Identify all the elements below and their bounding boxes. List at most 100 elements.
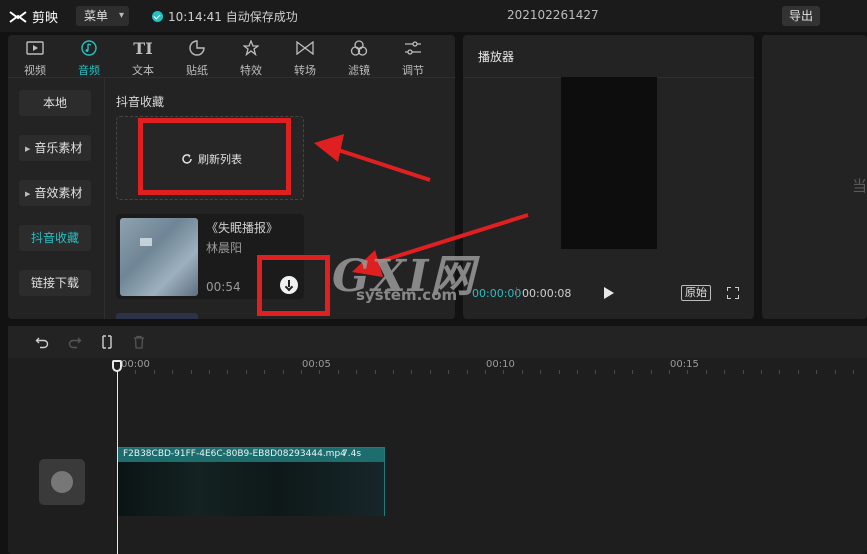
ruler-tick [669,370,670,374]
tab-label: 滤镜 [348,64,370,77]
current-time: 00:00:00 [472,287,522,300]
timeline-panel: 00:00 00:05 00:10 00:15 F2B38CBD-91FF-4E… [8,326,867,554]
music-duration: 00:54 [206,280,241,294]
audio-sidebar: 本地 ▶ 音乐素材 ▶ 音效素材 抖音收藏 链接下载 [8,78,104,319]
sticker-icon [187,39,207,57]
audio-icon [79,39,99,57]
fullscreen-icon[interactable] [727,287,739,299]
playhead-line[interactable] [117,362,118,554]
ruler-tick [172,370,173,374]
sidebar-item-local[interactable]: 本地 [19,90,91,116]
ruler-tick [687,370,688,374]
ruler-tick [283,370,284,374]
ruler-tick [540,370,541,374]
play-icon[interactable] [604,287,614,299]
tab-sticker[interactable]: 贴纸 [170,35,224,77]
export-button[interactable]: 导出 [782,6,820,26]
autosave-text: 10:14:41 自动保存成功 [168,10,298,24]
timeline-toolbar [8,326,867,358]
ruler-tick [246,370,247,374]
chevron-down-icon: ▾ [118,10,124,21]
ruler-tick [319,370,320,374]
next-music-card[interactable] [116,313,198,319]
total-time: 00:00:08 [522,287,572,300]
tab-label: 特效 [240,64,262,77]
tab-filter[interactable]: 滤镜 [332,35,386,77]
tab-adjust[interactable]: 调节 [386,35,440,77]
ruler-tick [577,370,578,374]
undo-icon[interactable] [35,335,49,349]
app-logo: 剪映 [8,7,58,26]
mute-icon [51,471,73,493]
ruler-tick [191,370,192,374]
check-circle-icon [152,11,163,22]
menu-label: 菜单 [84,9,109,23]
clip-header: F2B38CBD-91FF-4E6C-80B9-EB8D08293444.mp4… [118,448,384,462]
tick-label: 00:00 [121,359,150,370]
music-title: 《失眠播报》 [206,221,279,235]
ruler-tick [503,370,504,374]
timeline-ruler[interactable]: 00:00 00:05 00:10 00:15 [8,358,867,374]
delete-icon[interactable] [132,335,146,349]
tab-effects[interactable]: 特效 [224,35,278,77]
ruler-tick [651,370,652,374]
ruler-tick [154,370,155,374]
ruler-tick [209,370,210,374]
ruler-tick [798,370,799,374]
tab-audio[interactable]: 音频 [62,35,116,77]
caret-right-icon: ▶ [25,189,31,198]
media-tabs: 视频 音频 TI 文本 贴纸 特效 转场 滤镜 调节 [8,35,455,78]
tick-label: 00:15 [670,359,699,370]
sidebar-item-music[interactable]: ▶ 音乐素材 [19,135,91,161]
player-panel: 播放器 00:00:00 00:00:08 原始 [463,35,754,319]
ruler-tick [595,370,596,374]
music-cover-image [120,218,198,296]
ruler-tick [135,370,136,374]
playhead-handle[interactable] [112,360,122,372]
sidebar-item-sound-effects[interactable]: ▶ 音效素材 [19,180,91,206]
clip-duration: 7.4s [342,449,362,459]
tick-label: 00:10 [486,359,515,370]
ruler-tick [227,370,228,374]
ruler-tick [853,370,854,374]
ruler-tick [430,370,431,374]
title-bar: 剪映 菜单 ▾ 10:14:41 自动保存成功 202102261427 导出 [0,0,867,32]
ruler-tick [743,370,744,374]
tab-text[interactable]: TI 文本 [116,35,170,78]
filter-icon [349,39,369,57]
ruler-tick [375,370,376,374]
ruler-tick [724,370,725,374]
tab-label: 贴纸 [186,64,208,77]
sidebar-item-label: 音效素材 [34,186,83,200]
tab-label: 音频 [78,64,100,77]
music-artist: 林晨阳 [206,241,243,255]
video-preview [561,77,657,249]
player-title: 播放器 [478,50,515,64]
tab-video[interactable]: 视频 [8,35,62,77]
sidebar-item-douyin-favorites[interactable]: 抖音收藏 [19,225,91,251]
section-title: 抖音收藏 [116,95,165,109]
autosave-status: 10:14:41 自动保存成功 [152,8,298,25]
ruler-tick [356,370,357,374]
tab-label: 调节 [402,64,424,77]
tab-transition[interactable]: 转场 [278,35,332,77]
annotation-box-download [257,255,330,316]
track-cover-button[interactable] [39,459,85,505]
sidebar-item-link-download[interactable]: 链接下载 [19,270,91,296]
redo-icon[interactable] [68,335,82,349]
ruler-tick [485,370,486,374]
ruler-tick [467,370,468,374]
project-name: 202102261427 [507,8,599,22]
original-ratio-button[interactable]: 原始 [681,285,711,301]
ruler-tick [301,370,302,374]
ruler-tick [338,370,339,374]
menu-dropdown[interactable]: 菜单 ▾ [76,6,129,26]
split-icon[interactable] [100,335,114,349]
effects-icon [241,39,261,57]
adjust-icon [403,39,423,57]
ruler-tick [522,370,523,374]
transition-icon [295,39,315,57]
video-clip[interactable]: F2B38CBD-91FF-4E6C-80B9-EB8D08293444.mp4… [117,447,385,516]
ruler-tick [835,370,836,374]
tab-label: 文本 [132,64,154,77]
